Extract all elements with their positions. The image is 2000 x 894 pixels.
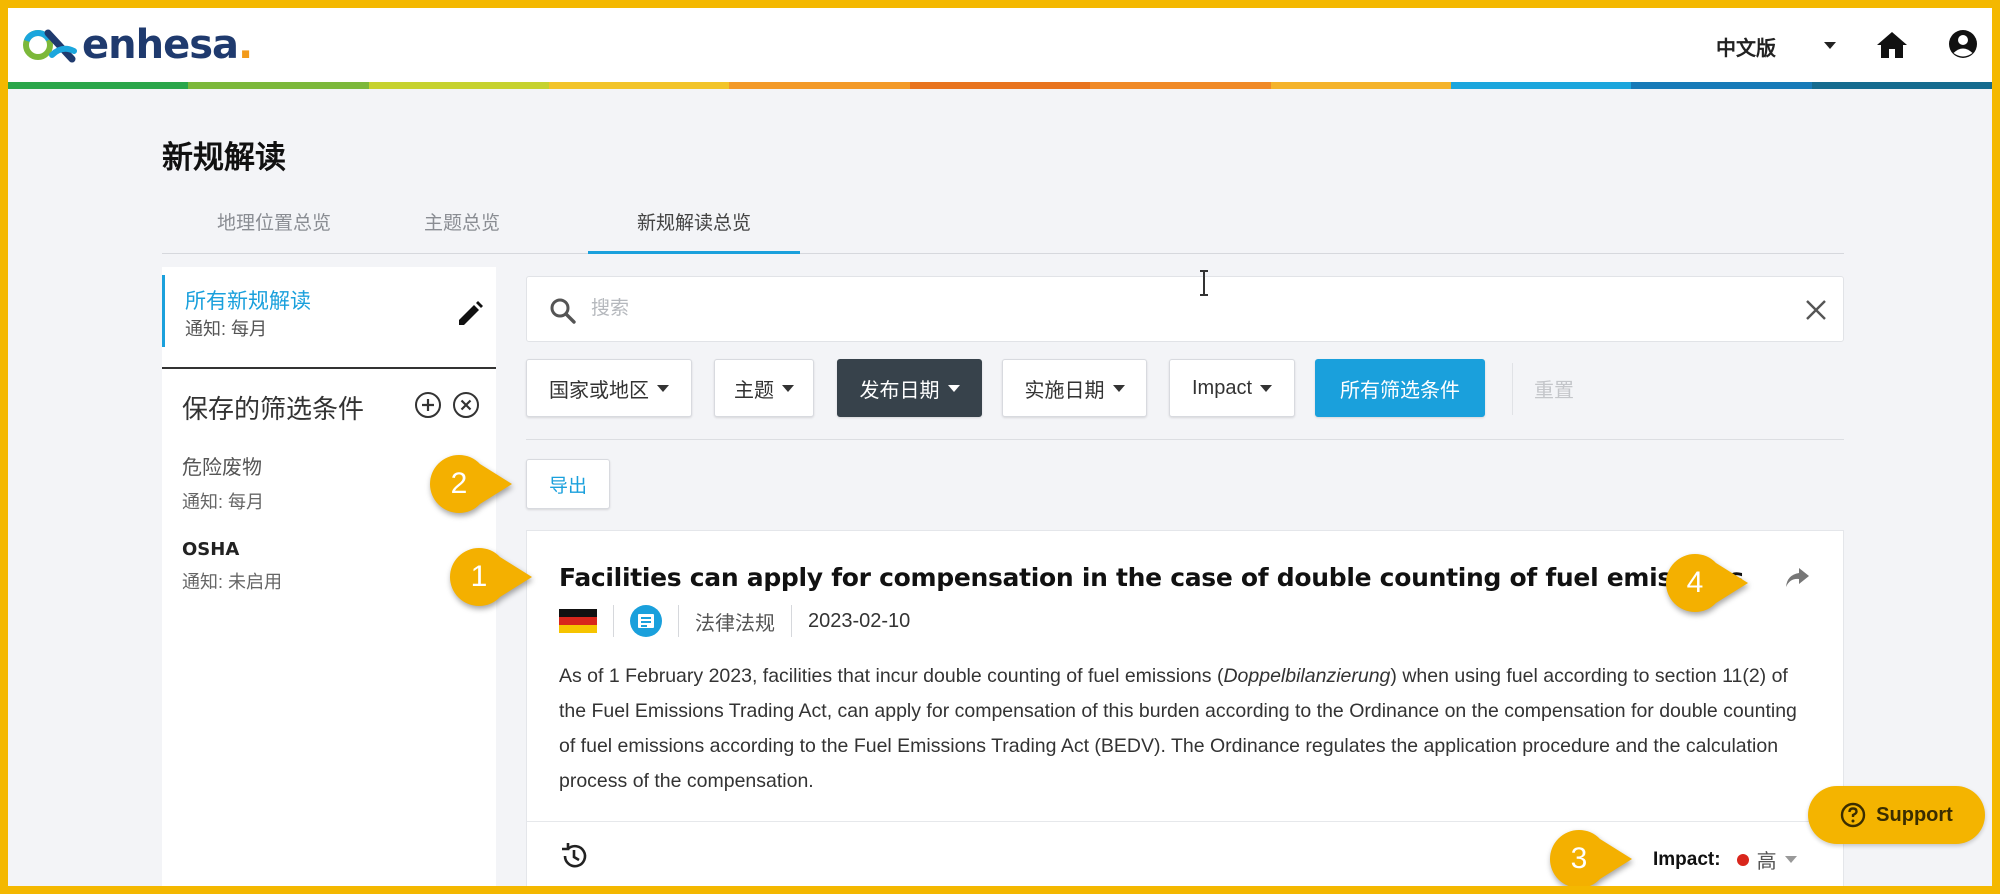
color-strip-segment xyxy=(909,82,1091,89)
caret-down-icon xyxy=(657,384,669,392)
logo-dot: . xyxy=(238,22,253,68)
all-filters-button[interactable]: 所有筛选条件 xyxy=(1315,359,1485,417)
filter-label: 主题 xyxy=(734,379,774,402)
filter-effective-date[interactable]: 实施日期 xyxy=(1002,359,1147,417)
saved-filter-item[interactable]: 危险废物 通知: 每月 xyxy=(182,451,264,514)
color-strip-segment xyxy=(368,82,550,89)
color-strip-segment xyxy=(188,82,369,89)
caret-down-icon xyxy=(1260,384,1273,392)
saved-filter-name: OSHA xyxy=(182,539,240,560)
callout-badge-4: 4 xyxy=(1664,552,1750,614)
color-strip-segment xyxy=(8,82,189,89)
search-icon xyxy=(550,298,576,324)
tab-bar: 地理位置总览 主题总览 新规解读总览 xyxy=(162,198,1844,254)
color-strip-segment xyxy=(729,82,910,89)
tab-geographic-overview[interactable]: 地理位置总览 xyxy=(192,208,356,254)
germany-flag-icon xyxy=(559,609,597,633)
callout-badge-1: 1 xyxy=(448,546,534,608)
callout-number: 2 xyxy=(450,467,468,500)
user-account-icon[interactable] xyxy=(1948,29,1978,59)
news-summary: As of 1 February 2023, facilities that i… xyxy=(559,659,1809,799)
enhesa-logo[interactable]: enhesa. xyxy=(22,18,253,72)
all-news-label: 所有新规解读 xyxy=(185,290,311,313)
top-bar: enhesa. 中文版 xyxy=(8,8,1992,89)
language-selector[interactable]: 中文版 xyxy=(1716,32,1776,61)
impact-selector[interactable]: Impact: 高 xyxy=(1653,845,1797,874)
search-bar xyxy=(526,276,1844,342)
tab-topic-overview[interactable]: 主题总览 xyxy=(392,208,532,254)
caret-down-icon xyxy=(1112,384,1125,392)
news-category: 法律法规 xyxy=(695,612,775,635)
color-strip-segment xyxy=(1631,82,1812,89)
history-icon[interactable] xyxy=(559,841,589,871)
saved-filter-notification: 通知: 未启用 xyxy=(182,572,283,592)
filter-country-region[interactable]: 国家或地区 xyxy=(526,359,692,417)
color-strip-segment xyxy=(1811,82,1992,89)
tab-news-overview[interactable]: 新规解读总览 xyxy=(588,208,800,254)
filter-label: 实施日期 xyxy=(1024,379,1105,402)
share-icon[interactable] xyxy=(1783,565,1811,591)
callout-badge-2: 2 xyxy=(428,453,514,515)
panel-divider xyxy=(162,367,496,369)
brand-color-strip xyxy=(8,82,1992,89)
color-strip-segment xyxy=(1270,82,1451,89)
summary-text: As of 1 February 2023, facilities that i… xyxy=(559,665,1224,687)
chevron-down-icon[interactable] xyxy=(1824,42,1836,49)
divider xyxy=(613,605,614,637)
add-circle-icon[interactable] xyxy=(414,391,442,419)
caret-down-icon xyxy=(782,384,794,392)
callout-badge-3: 3 xyxy=(1548,828,1634,886)
filter-label: Impact xyxy=(1191,376,1253,399)
help-circle-icon xyxy=(1840,802,1866,828)
app-frame: enhesa. 中文版 新规解读 地理位置总览 主题总览 新规解读总览 所有新规… xyxy=(8,8,1992,886)
filter-topic[interactable]: 主题 xyxy=(714,359,814,417)
clear-search-icon[interactable] xyxy=(1805,299,1827,321)
impact-label: Impact: xyxy=(1653,848,1721,870)
filter-publish-date[interactable]: 发布日期 xyxy=(837,359,982,417)
logo-mark-icon xyxy=(23,29,77,63)
text-cursor-icon xyxy=(1200,270,1208,296)
saved-filters-panel: 所有新规解读 通知: 每月 保存的筛选条件 危险废物 通知: 每月 OSHA 通… xyxy=(162,267,496,886)
home-icon[interactable] xyxy=(1876,30,1908,60)
caret-down-icon xyxy=(947,384,960,392)
news-meta: 法律法规 2023-02-10 xyxy=(559,601,910,641)
divider xyxy=(678,605,679,637)
saved-filter-item[interactable]: OSHA 通知: 未启用 xyxy=(182,539,282,594)
saved-filter-notification: 通知: 每月 xyxy=(182,492,265,512)
support-label: Support xyxy=(1876,803,1953,826)
filter-label: 国家或地区 xyxy=(549,379,649,402)
logo-text: enhesa xyxy=(82,22,239,68)
legislation-document-icon xyxy=(630,605,662,637)
news-card: Facilities can apply for compensation in… xyxy=(526,530,1845,886)
filter-impact[interactable]: Impact xyxy=(1169,359,1295,417)
color-strip-segment xyxy=(1090,82,1271,89)
callout-number: 4 xyxy=(1686,566,1704,599)
pencil-icon[interactable] xyxy=(455,299,485,329)
divider xyxy=(791,605,792,637)
summary-italic-term: Doppelbilanzierung xyxy=(1223,665,1391,687)
divider xyxy=(526,439,1844,440)
saved-filters-title: 保存的筛选条件 xyxy=(182,394,365,424)
news-title[interactable]: Facilities can apply for compensation in… xyxy=(559,563,1744,592)
search-input[interactable] xyxy=(591,289,1751,329)
card-divider xyxy=(527,821,1845,822)
all-news-notification: 通知: 每月 xyxy=(185,319,268,339)
export-button[interactable]: 导出 xyxy=(526,459,610,509)
callout-number: 3 xyxy=(1570,842,1588,875)
support-button[interactable]: Support xyxy=(1808,786,1985,844)
color-strip-segment xyxy=(1450,82,1632,89)
impact-value: 高 xyxy=(1756,851,1777,873)
remove-circle-icon[interactable] xyxy=(452,391,480,419)
saved-filter-name: 危险废物 xyxy=(182,457,262,479)
filter-label: 发布日期 xyxy=(859,379,940,402)
reset-button[interactable]: 重置 xyxy=(1534,374,1574,403)
news-date: 2023-02-10 xyxy=(808,609,911,632)
color-strip-segment xyxy=(549,82,730,89)
divider xyxy=(1512,363,1513,415)
all-news-item[interactable]: 所有新规解读 通知: 每月 xyxy=(162,275,496,347)
impact-level-dot xyxy=(1736,853,1749,866)
caret-down-icon xyxy=(1784,856,1797,863)
callout-number: 1 xyxy=(470,560,488,593)
page-title: 新规解读 xyxy=(162,140,286,175)
